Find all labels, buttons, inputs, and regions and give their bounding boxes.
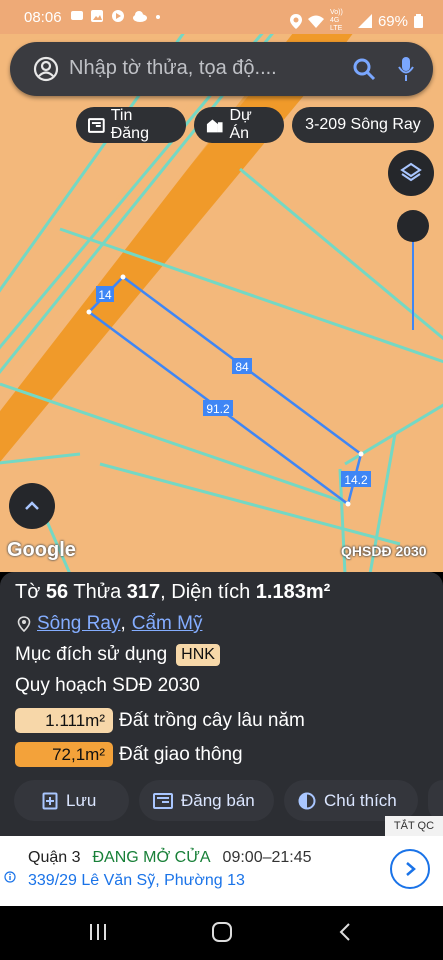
parcel-outline[interactable] [87,275,363,507]
system-icons: Vo)) 4G LTE 69% [289,9,423,33]
youtube-icon [112,10,124,22]
layers-icon [400,162,422,182]
zoom-slider-handle[interactable] [397,210,429,242]
land-use-row: 72,1m² Đất giao thông [15,742,243,767]
message-icon [71,11,83,20]
commune-link[interactable]: Sông Ray [37,613,120,635]
wifi-icon [307,15,324,28]
legend-button[interactable]: Chú thích [284,780,418,821]
layers-button[interactable] [388,150,434,196]
listing-icon [153,792,173,809]
land-use-label: Đất trồng cây lâu năm [119,709,305,731]
battery-percent: 69% [377,12,408,30]
edge-label: 14.2 [344,473,368,487]
chip-label: Dự Án [229,107,252,142]
chip-tin-dang[interactable]: Tin Đăng [76,107,186,143]
area-value: 1.183m² [255,581,331,603]
cloud-icon [133,11,147,22]
signal-icon [357,14,372,28]
close-ad-button[interactable]: TẮT QC [385,816,443,836]
parcel-vertex [358,451,364,457]
parcel-vertex [120,274,126,280]
chevron-right-icon [406,862,416,876]
more-actions-button[interactable] [428,780,443,821]
area-label: Diện tích [171,581,251,603]
buildings-icon [206,119,223,133]
network-label: Vo)) 4G LTE [329,9,343,32]
ad-banner[interactable]: TẮT QC Quận 3 ĐANG MỞ CỬA 09:00–21:45 33… [0,816,443,906]
recent-apps-icon[interactable] [88,923,108,941]
chip-label: Tin Đăng [110,107,149,142]
ad-title-row: Quận 3 ĐANG MỞ CỬA 09:00–21:45 [28,849,312,867]
plan-label: Quy hoạch SDĐ 2030 [15,675,200,696]
microphone-icon[interactable] [397,56,415,82]
location-separator: , [120,613,126,634]
contrast-icon [298,792,316,809]
edge-label: 14 [98,288,112,302]
plot-number: 317 [126,581,161,603]
location-pin-icon [17,616,31,632]
status-time: 08:06 [24,9,62,26]
purpose-row: Mục đích sử dụng HNK [15,644,220,666]
save-button[interactable]: Lưu [14,780,129,821]
ad-address: 339/29 Lê Văn Sỹ, Phường 13 [28,872,245,889]
battery-icon [414,14,423,28]
notification-icons [70,9,162,23]
post-for-sale-button[interactable]: Đăng bán [139,780,274,821]
sheet-label: Tờ [15,581,41,603]
parcel-summary: Tờ 56 Thửa 317, Diện tích 1.183m² [15,581,331,603]
parcel-info-panel: Tờ 56 Thửa 317, Diện tích 1.183m² Sông R… [0,572,443,836]
search-icon[interactable] [352,57,376,81]
post-for-sale-label: Đăng bán [181,790,255,810]
parcel-vertex [86,309,92,315]
plot-label: Thửa [73,581,122,603]
ad-info-icon[interactable] [4,871,16,883]
purpose-code-badge: HNK [176,644,220,666]
chip-du-an[interactable]: Dự Án [194,107,284,143]
newspaper-icon [88,117,105,133]
status-bar: 08:06 Vo)) 4G LTE 69% [0,0,443,34]
location-row: Sông Ray, Cẩm Mỹ [17,613,202,635]
road [0,34,353,462]
sheet-number: 56 [45,581,69,603]
account-icon[interactable] [33,56,59,82]
location-icon [289,13,302,29]
land-use-area: 72,1m² [15,742,113,767]
district-link[interactable]: Cẩm Mỹ [132,613,203,635]
home-icon[interactable] [211,921,233,943]
legend-label: Chú thích [324,790,397,810]
zoom-slider-track[interactable] [412,238,414,330]
back-icon[interactable] [338,922,352,942]
layer-label: QHSDĐ 2030 [341,543,427,559]
ad-hours: 09:00–21:45 [222,849,312,866]
purpose-label: Mục đích sử dụng [15,644,168,665]
chip-parcel-ref[interactable]: 3-209 Sông Ray [292,107,434,143]
parcel-vertex [345,501,351,507]
expand-panel-button[interactable] [9,483,55,529]
land-use-row: 1.111m² Đất trồng cây lâu năm [15,708,305,733]
ad-status: ĐANG MỞ CỬA [92,849,211,866]
chevron-up-icon [25,501,39,510]
search-bar[interactable]: Nhập tờ thửa, tọa độ.... [10,42,433,96]
land-use-area: 1.111m² [15,708,113,733]
save-label: Lưu [66,790,97,810]
google-logo: Google [7,539,76,561]
land-use-label: Đất giao thông [119,743,243,765]
chip-label: 3-209 Sông Ray [305,116,421,133]
edge-label: 91.2 [206,402,230,416]
system-navigation-bar [0,906,443,960]
dot-icon [156,15,160,19]
gallery-icon [91,10,103,22]
ad-open-button[interactable] [390,849,430,889]
search-input[interactable]: Nhập tờ thửa, tọa độ.... [69,57,277,80]
bookmark-add-icon [42,792,58,809]
edge-label: 84 [235,360,249,374]
ad-place: Quận 3 [28,849,81,866]
